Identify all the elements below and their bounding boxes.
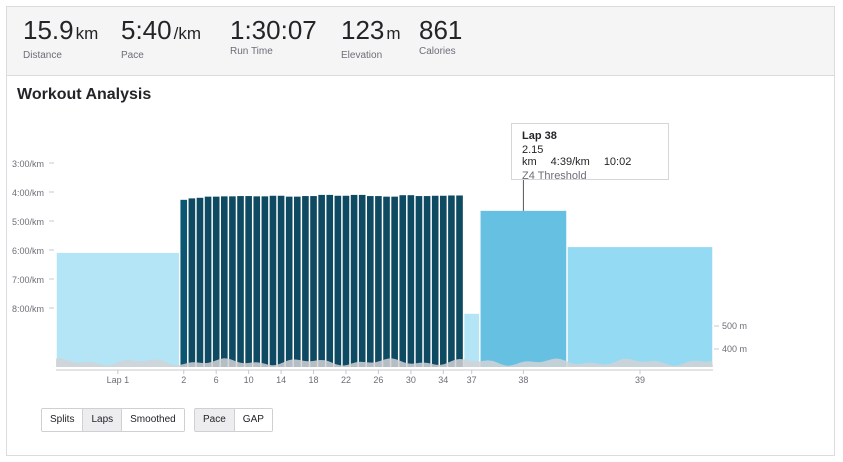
lap-bar-7 — [221, 196, 228, 367]
lap-bar-25 — [367, 196, 374, 367]
tooltip-distance: 2.15 km — [522, 144, 544, 168]
lap-bar-38 — [480, 210, 567, 367]
lap-bar-23 — [350, 194, 358, 367]
x-tick-label: Lap 1 — [107, 375, 130, 385]
x-tick-label: 26 — [373, 375, 383, 385]
x-tick-label: 39 — [635, 375, 645, 385]
lap-bar-8 — [229, 196, 236, 367]
lap-bar-22 — [342, 195, 350, 367]
lap-bar-19 — [318, 194, 325, 367]
lap-bar-30 — [407, 195, 415, 367]
x-tick-label: 10 — [244, 375, 254, 385]
laps-toggle[interactable]: Laps — [83, 409, 123, 431]
lap-bar-33 — [431, 195, 439, 367]
elev-tick-label: 500 m — [722, 321, 747, 331]
lap-bar-39 — [567, 247, 713, 367]
lap-bar-9 — [237, 196, 244, 367]
tooltip-zone: Z4 Threshold — [522, 170, 587, 182]
lap-bar-18 — [310, 196, 317, 367]
tooltip-pace: 4:39/km — [550, 156, 590, 168]
lap-bar-21 — [334, 195, 342, 367]
tooltip-title: Lap 38 — [522, 130, 557, 142]
lap-bar-17 — [302, 196, 309, 367]
lap-bar-35 — [448, 195, 455, 367]
lap-bar-13 — [269, 195, 277, 367]
lap-bar-28 — [391, 196, 398, 367]
x-tick-label: 18 — [309, 375, 319, 385]
x-tick-label: 22 — [341, 375, 351, 385]
pace-tick-label: 8:00/km — [12, 304, 44, 314]
lap-bar-29 — [399, 195, 407, 367]
lap-bar-1 — [56, 252, 179, 367]
splits-toggle[interactable]: Splits — [42, 409, 84, 431]
pace-toggle[interactable]: Pace — [195, 409, 235, 431]
metric-toggle-group: Pace GAP — [194, 408, 273, 432]
lap-tooltip: Lap 38 2.15 km 4:39/km 10:02 Z4 Threshold — [511, 123, 669, 182]
lap-bar-37 — [464, 313, 480, 367]
lap-bar-32 — [423, 196, 431, 367]
lap-bar-6 — [212, 196, 220, 367]
lap-bar-4 — [196, 197, 204, 367]
gap-toggle[interactable]: GAP — [234, 409, 272, 431]
lap-bar-11 — [253, 196, 261, 367]
lap-bar-12 — [261, 196, 269, 367]
view-toggle-group: Splits Laps Smoothed — [41, 408, 185, 432]
lap-bar-27 — [383, 196, 390, 367]
lap-bar-15 — [285, 196, 293, 367]
tooltip-stats-row: 2.15 km 4:39/km 10:02 — [522, 144, 658, 168]
lap-bar-10 — [245, 196, 252, 367]
x-tick-label: 34 — [438, 375, 448, 385]
lap-bar-31 — [415, 196, 423, 367]
lap-bar-14 — [277, 195, 285, 367]
x-tick-label: 2 — [181, 375, 186, 385]
x-tick-label: 38 — [518, 375, 528, 385]
lap-bar-2 — [180, 199, 188, 367]
x-tick-label: 14 — [276, 375, 286, 385]
x-tick-label: 37 — [467, 375, 477, 385]
lap-bar-36 — [456, 195, 463, 367]
smoothed-toggle[interactable]: Smoothed — [122, 409, 184, 431]
pace-tick-label: 7:00/km — [12, 275, 44, 285]
lap-bar-24 — [358, 194, 366, 367]
lap-bar-16 — [294, 196, 301, 367]
tooltip-time: 10:02 — [603, 156, 632, 168]
x-tick-label: 6 — [214, 375, 219, 385]
elev-tick-label: 400 m — [722, 344, 747, 354]
pace-tick-label: 4:00/km — [12, 188, 44, 198]
pace-tick-label: 6:00/km — [12, 246, 44, 256]
lap-bar-5 — [204, 196, 212, 367]
pace-tick-label: 3:00/km — [12, 159, 44, 169]
lap-bar-3 — [188, 198, 196, 367]
lap-bar-26 — [375, 196, 382, 367]
x-tick-label: 30 — [406, 375, 416, 385]
workout-analysis-chart[interactable]: 3:00/km 4:00/km 5:00/km 6:00/km 7:00/km 8:00/… — [0, 0, 843, 462]
lap-bar-34 — [440, 195, 447, 367]
lap-bar-20 — [326, 194, 334, 367]
pace-tick-label: 5:00/km — [12, 217, 44, 227]
